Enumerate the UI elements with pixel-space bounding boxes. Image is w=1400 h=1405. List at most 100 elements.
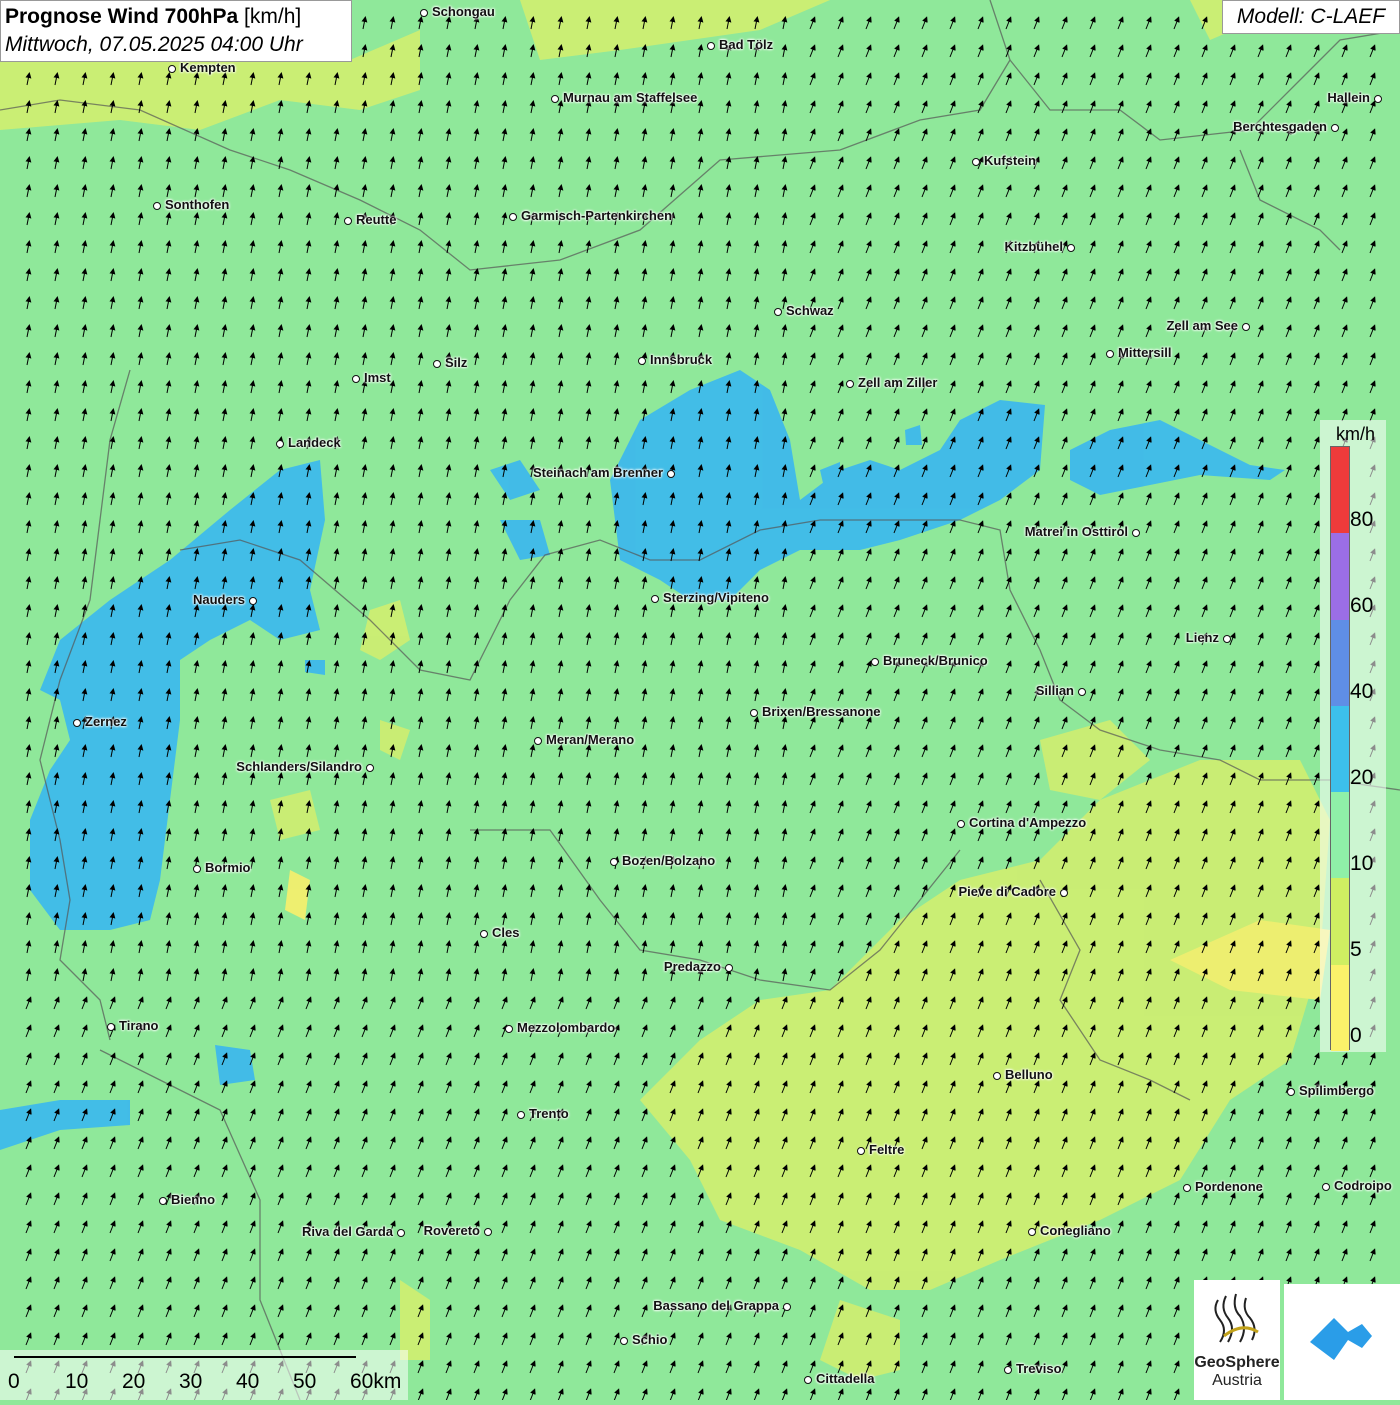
- city-marker: [1004, 1366, 1012, 1374]
- city-marker: [551, 95, 559, 103]
- legend-label: 5: [1350, 938, 1362, 961]
- legend-label: 10: [1350, 852, 1374, 875]
- city-label: Conegliano: [1040, 1223, 1111, 1238]
- wind-logo-icon: [1310, 1318, 1372, 1360]
- city-marker: [505, 1025, 513, 1033]
- city-label: Berchtesgaden: [1233, 119, 1327, 134]
- legend-label: 40: [1350, 680, 1374, 703]
- forecast-date: Mittwoch, 07.05.2025 04:00 Uhr: [5, 33, 303, 56]
- city-marker: [159, 1197, 167, 1205]
- city-label: Feltre: [869, 1142, 905, 1157]
- legend-colorbar: [1330, 446, 1350, 1052]
- city-marker: [366, 764, 374, 772]
- city-label: Silz: [445, 355, 468, 370]
- legend-segment: [1331, 447, 1349, 534]
- scale-label: 60km: [350, 1370, 402, 1393]
- city-label: Kempten: [180, 60, 236, 75]
- city-marker: [707, 42, 715, 50]
- scale-label: 10: [65, 1370, 89, 1393]
- city-label: Garmisch-Partenkirchen: [521, 208, 673, 223]
- city-marker: [1067, 244, 1075, 252]
- city-marker: [344, 217, 352, 225]
- city-label: Schwaz: [786, 303, 834, 318]
- city-label: Treviso: [1016, 1361, 1062, 1376]
- legend-label: 20: [1350, 766, 1374, 789]
- logo-name-1: GeoSphere: [1194, 1354, 1280, 1371]
- city-marker: [107, 1023, 115, 1031]
- city-marker: [957, 820, 965, 828]
- legend-unit: km/h: [1336, 424, 1376, 444]
- city-label: Predazzo: [663, 959, 721, 974]
- city-label: Trento: [529, 1106, 569, 1121]
- city-marker: [871, 658, 879, 666]
- city-label: Bad Tölz: [719, 37, 774, 52]
- legend-segment: [1331, 964, 1349, 1052]
- legend-label: 80: [1350, 508, 1374, 531]
- city-marker: [249, 597, 257, 605]
- scale-label: 30: [179, 1370, 203, 1393]
- city-marker: [857, 1147, 865, 1155]
- city-marker: [1242, 323, 1250, 331]
- weather-app-logo: [1284, 1284, 1400, 1400]
- city-label: Steinach am Brenner: [532, 465, 663, 480]
- city-marker: [804, 1376, 812, 1384]
- title-main-text: Prognose Wind 700hPa: [5, 5, 239, 28]
- city-label: Pordenone: [1195, 1179, 1263, 1194]
- city-marker: [774, 308, 782, 316]
- city-label: Cortina d'Ampezzo: [969, 815, 1087, 830]
- city-marker: [433, 360, 441, 368]
- legend-segment: [1331, 533, 1349, 621]
- logo-name-2: Austria: [1212, 1372, 1262, 1389]
- city-marker: [1331, 124, 1339, 132]
- city-label: Belluno: [1005, 1067, 1053, 1082]
- city-label: Schlanders/Silandro: [236, 759, 362, 774]
- city-marker: [993, 1072, 1001, 1080]
- city-marker: [168, 65, 176, 73]
- scale-line: [14, 1356, 356, 1358]
- city-marker: [1106, 350, 1114, 358]
- legend-segment: [1331, 705, 1349, 793]
- city-label: Tirano: [119, 1018, 159, 1033]
- city-label: Sillian: [1035, 683, 1074, 698]
- scale-label: 40: [236, 1370, 260, 1393]
- scale-label: 0: [8, 1370, 20, 1393]
- city-marker: [1183, 1184, 1191, 1192]
- city-label: Mittersill: [1118, 345, 1172, 360]
- city-marker: [972, 158, 980, 166]
- city-marker: [610, 858, 618, 866]
- city-marker: [517, 1111, 525, 1119]
- city-marker: [1223, 635, 1231, 643]
- city-label: Bassano del Grappa: [653, 1298, 779, 1313]
- city-label: Reutte: [356, 212, 397, 227]
- city-label: Hallein: [1327, 90, 1370, 105]
- city-marker: [750, 709, 758, 717]
- city-marker: [1374, 95, 1382, 103]
- legend-label: 60: [1350, 594, 1374, 617]
- city-label: Schongau: [432, 4, 495, 19]
- city-label: Kufstein: [984, 153, 1036, 168]
- city-label: Pieve di Cadore: [958, 884, 1056, 899]
- model-label: Modell: C-LAEF: [1222, 0, 1400, 34]
- city-label: Brixen/Bressanone: [762, 704, 881, 719]
- city-marker: [1078, 688, 1086, 696]
- city-marker: [484, 1228, 492, 1236]
- title-box: Prognose Wind 700hPa [km/h] Mittwoch, 07…: [0, 0, 352, 62]
- geosphere-logo-icon: [1214, 1293, 1259, 1343]
- city-label: Meran/Merano: [546, 732, 635, 747]
- legend-segment: [1331, 619, 1349, 707]
- city-marker: [420, 9, 428, 17]
- city-marker: [509, 213, 517, 221]
- city-label: Bruneck/Brunico: [883, 653, 988, 668]
- city-label: Bienno: [171, 1192, 216, 1207]
- city-label: Bormio: [205, 860, 251, 875]
- city-label: Lienz: [1185, 630, 1219, 645]
- scale-label: 20: [122, 1370, 146, 1393]
- city-label: Riva del Garda: [301, 1224, 393, 1239]
- city-marker: [783, 1303, 791, 1311]
- city-label: Sonthofen: [165, 197, 230, 212]
- city-label: Zernez: [85, 714, 127, 729]
- city-label: Mezzolombardo: [517, 1020, 616, 1035]
- city-marker: [1287, 1088, 1295, 1096]
- city-label: Nauders: [192, 592, 245, 607]
- city-marker: [193, 865, 201, 873]
